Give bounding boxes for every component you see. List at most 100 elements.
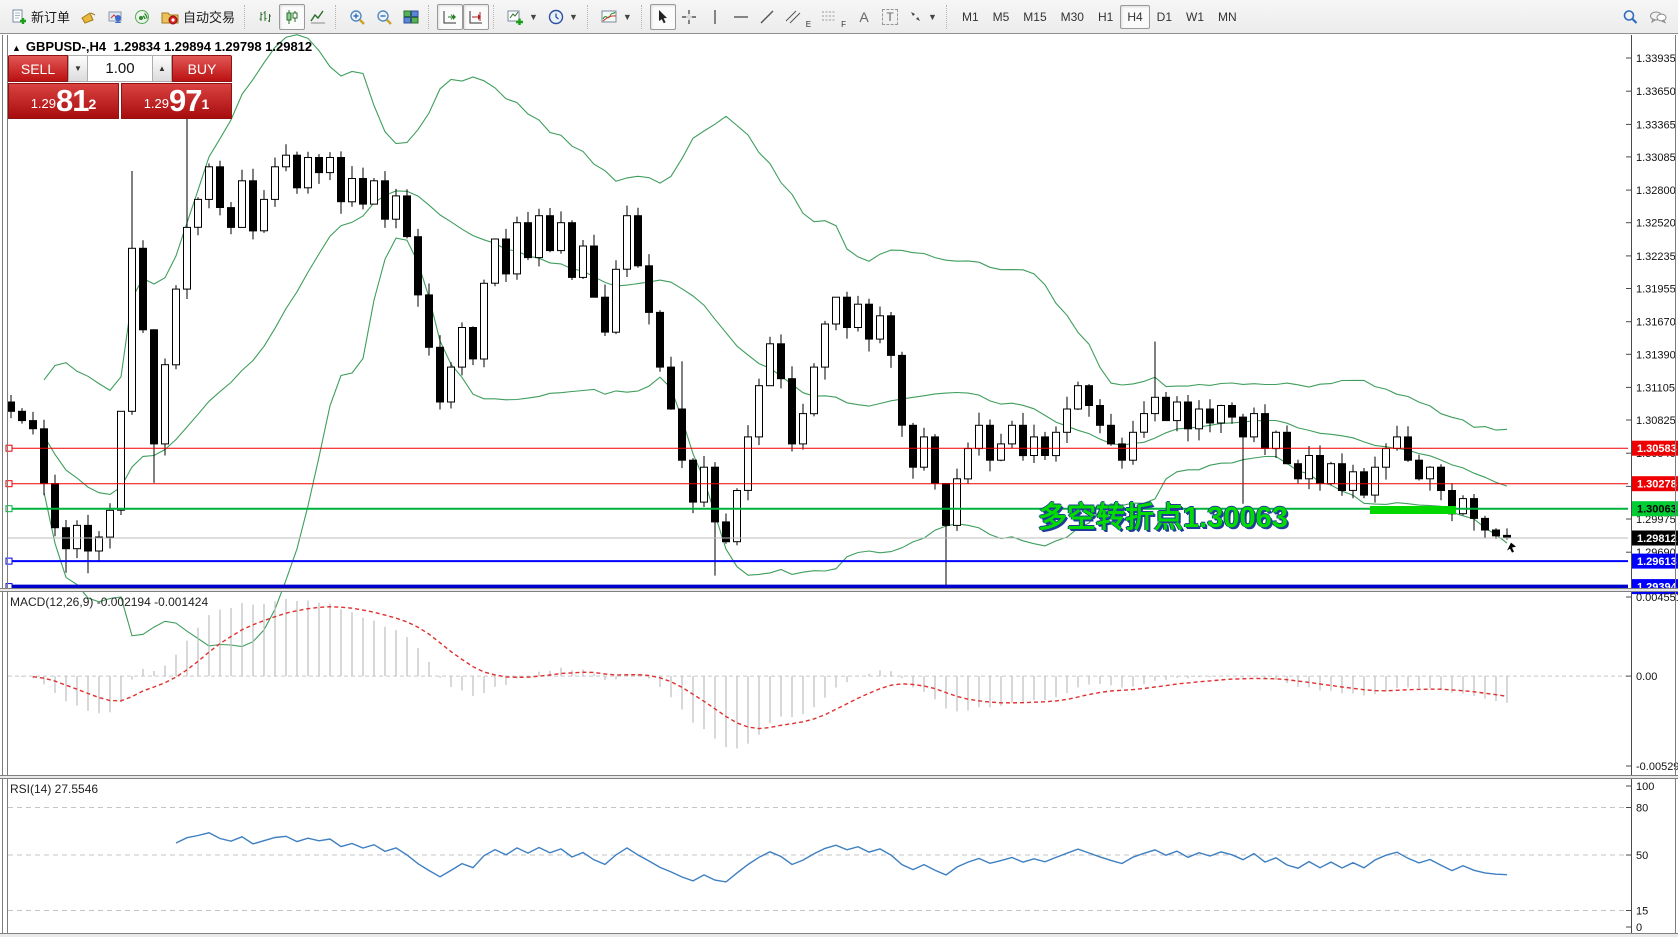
buy-price-big: 97 bbox=[169, 84, 201, 117]
svg-text:80: 80 bbox=[1636, 803, 1648, 815]
volume-increase-button[interactable]: ▲ bbox=[152, 55, 172, 82]
svg-text:1.30063: 1.30063 bbox=[1637, 504, 1677, 516]
svg-text:1.33085: 1.33085 bbox=[1636, 152, 1676, 164]
collapse-panel-arrow-icon[interactable]: ▲ bbox=[12, 43, 21, 53]
community-button[interactable] bbox=[102, 4, 129, 30]
toolbar-separator bbox=[641, 5, 646, 29]
signal-icon bbox=[134, 9, 151, 25]
buy-button[interactable]: BUY bbox=[172, 55, 232, 82]
volume-input[interactable] bbox=[88, 55, 152, 82]
sell-button[interactable]: SELL bbox=[8, 55, 68, 82]
periods-dropdown[interactable]: ▼ bbox=[543, 4, 583, 30]
sell-price-pip: 2 bbox=[89, 84, 97, 124]
svg-text:0.004551: 0.004551 bbox=[1636, 592, 1678, 604]
timeframe-m30[interactable]: M30 bbox=[1054, 5, 1091, 29]
auto-scroll-button[interactable] bbox=[437, 4, 463, 30]
timeframe-mn[interactable]: MN bbox=[1211, 5, 1244, 29]
text-tool-button[interactable]: A bbox=[851, 4, 877, 30]
timeframe-h1[interactable]: H1 bbox=[1091, 5, 1120, 29]
crosshair-icon bbox=[681, 9, 697, 25]
dropdown-arrow-icon: ▼ bbox=[569, 12, 578, 22]
timeframe-m5[interactable]: M5 bbox=[986, 5, 1017, 29]
timeframe-w1[interactable]: W1 bbox=[1179, 5, 1211, 29]
tile-windows-button[interactable] bbox=[398, 4, 424, 30]
timeframe-m15[interactable]: M15 bbox=[1016, 5, 1053, 29]
trendline-tool-button[interactable] bbox=[754, 4, 780, 30]
timeframe-h4[interactable]: H4 bbox=[1120, 5, 1149, 29]
timeframe-d1[interactable]: D1 bbox=[1150, 5, 1179, 29]
svg-text:1.33935: 1.33935 bbox=[1636, 53, 1676, 65]
mt4-terminal-window: { "toolbar": { "new_order_label": "新订单",… bbox=[0, 0, 1678, 937]
horn-icon bbox=[80, 9, 97, 25]
sell-price-display[interactable]: 1.29812 bbox=[8, 83, 119, 119]
main-toolbar: 新订单 自动交易 bbox=[0, 0, 1678, 34]
text-label-tool-button[interactable]: T bbox=[877, 4, 903, 30]
window-bottom-border bbox=[0, 933, 1678, 937]
horizontal-line-tool-button[interactable] bbox=[728, 4, 754, 30]
vertical-line-icon bbox=[708, 9, 722, 25]
buy-price-prefix: 1.29 bbox=[144, 91, 169, 117]
pane-separator[interactable] bbox=[0, 775, 1678, 779]
volume-decrease-button[interactable]: ▼ bbox=[68, 55, 88, 82]
candlestick-chart-button[interactable] bbox=[279, 4, 305, 30]
zoom-out-button[interactable] bbox=[371, 4, 398, 30]
highlight-bar-annotation[interactable] bbox=[1370, 506, 1456, 514]
new-chart-dropdown[interactable]: ▼ bbox=[502, 4, 543, 30]
toolbar-separator bbox=[244, 5, 249, 29]
svg-text:0.00: 0.00 bbox=[1636, 671, 1657, 683]
new-order-button[interactable]: 新订单 bbox=[6, 4, 75, 30]
indicators-dropdown[interactable]: ▼ bbox=[596, 4, 637, 30]
autotrading-label: 自动交易 bbox=[183, 7, 235, 26]
zoom-in-icon bbox=[349, 9, 366, 25]
buy-price-display[interactable]: 1.29971 bbox=[121, 83, 232, 119]
clock-icon bbox=[548, 9, 564, 25]
text-tool-glyph: A bbox=[859, 9, 868, 25]
community-icon bbox=[107, 9, 124, 25]
window-right-border bbox=[1675, 35, 1676, 933]
svg-text:100: 100 bbox=[1636, 781, 1654, 793]
svg-text:15: 15 bbox=[1636, 906, 1648, 918]
toolbar-separator bbox=[493, 5, 498, 29]
svg-text:1.29613: 1.29613 bbox=[1637, 556, 1677, 568]
svg-text:1.31670: 1.31670 bbox=[1636, 317, 1676, 329]
bar-chart-button[interactable] bbox=[253, 4, 279, 30]
one-click-trading-panel: SELL ▼ ▲ BUY 1.29812 1.29971 bbox=[8, 55, 232, 119]
svg-text:1.32520: 1.32520 bbox=[1636, 218, 1676, 230]
rsi-line[interactable] bbox=[176, 833, 1507, 882]
chart-shift-button[interactable] bbox=[463, 4, 489, 30]
macd-indicator-pane[interactable]: 0.0045510.00-0.005295 bbox=[0, 592, 1678, 776]
fibonacci-tool-button[interactable]: F bbox=[816, 4, 851, 30]
rsi-indicator-pane[interactable]: 1008050150 bbox=[0, 779, 1678, 933]
signals-button[interactable] bbox=[129, 4, 156, 30]
svg-text:50: 50 bbox=[1636, 850, 1648, 862]
zoom-in-button[interactable] bbox=[344, 4, 371, 30]
channel-tool-button[interactable]: E bbox=[780, 4, 816, 30]
alerts-button[interactable] bbox=[75, 4, 102, 30]
dropdown-arrow-icon: ▼ bbox=[529, 12, 538, 22]
autotrading-button[interactable]: 自动交易 bbox=[156, 4, 240, 30]
rsi-label: RSI(14) 27.5546 bbox=[10, 782, 98, 796]
channel-glyph: E bbox=[806, 20, 811, 29]
chat-button[interactable] bbox=[1644, 4, 1672, 30]
dropdown-arrow-icon: ▼ bbox=[928, 12, 937, 22]
candlestick-chart-icon bbox=[284, 9, 300, 25]
timeframe-m1[interactable]: M1 bbox=[955, 5, 986, 29]
chart-left-border bbox=[7, 35, 8, 933]
bollinger-band-u[interactable] bbox=[44, 35, 1507, 430]
search-button[interactable] bbox=[1617, 4, 1644, 30]
chart-text-annotation[interactable]: 多空转折点1.30063 bbox=[1038, 494, 1288, 536]
macd-values: -0.002194 -0.001424 bbox=[97, 595, 208, 609]
sell-price-prefix: 1.29 bbox=[31, 91, 56, 117]
vertical-line-tool-button[interactable] bbox=[702, 4, 728, 30]
svg-text:1.29812: 1.29812 bbox=[1637, 533, 1677, 545]
crosshair-tool-button[interactable] bbox=[676, 4, 702, 30]
ohlc-readout: 1.29834 1.29894 1.29798 1.29812 bbox=[113, 39, 312, 54]
chat-bubbles-icon bbox=[1649, 9, 1667, 25]
cursor-tool-button[interactable] bbox=[650, 4, 676, 30]
pane-separator[interactable] bbox=[0, 588, 1678, 592]
macd-label: MACD(12,26,9) bbox=[10, 595, 93, 609]
arrows-dropdown[interactable]: ▼ bbox=[903, 4, 942, 30]
buy-price-pip: 1 bbox=[202, 84, 210, 124]
price-pointer-icon bbox=[1507, 543, 1516, 553]
line-chart-button[interactable] bbox=[305, 4, 331, 30]
